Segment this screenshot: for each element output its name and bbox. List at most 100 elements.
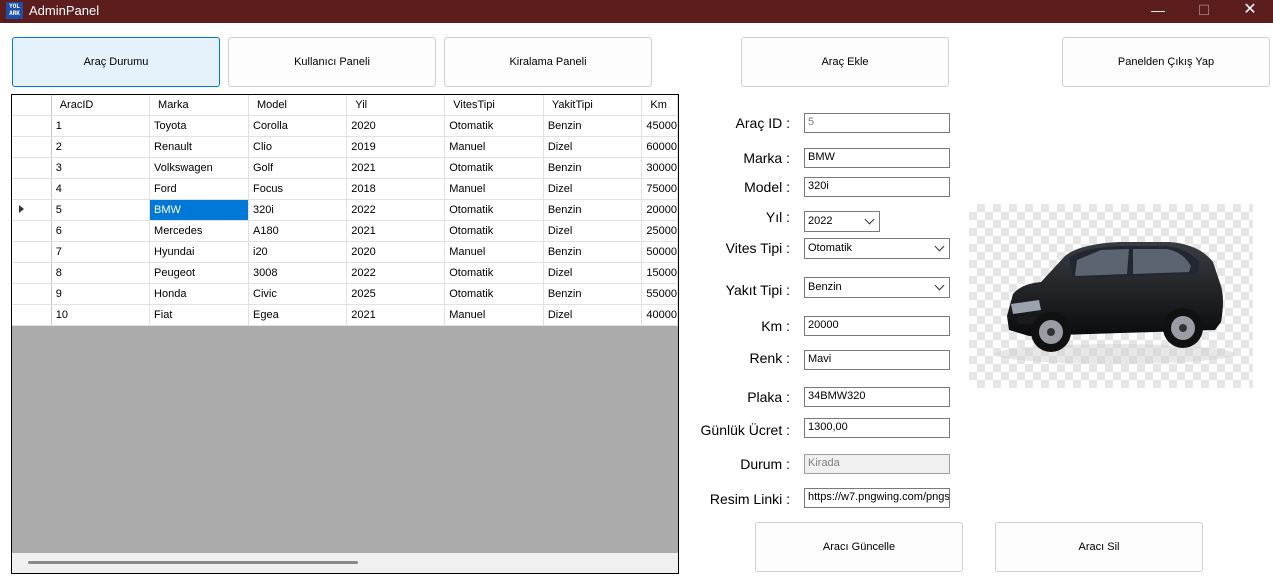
row-header[interactable]	[12, 178, 52, 200]
table-cell[interactable]: Golf	[248, 157, 348, 179]
table-cell[interactable]: 8	[51, 262, 151, 284]
araci-guncelle-button[interactable]: Aracı Güncelle	[755, 522, 963, 572]
table-row[interactable]: 8 Peugeot 3008 2022 Otomatik Dizel 15000	[12, 262, 678, 284]
kullanici-paneli-button[interactable]: Kullanıcı Paneli	[228, 37, 436, 87]
table-cell[interactable]: Focus	[248, 178, 348, 200]
table-cell[interactable]: 2020	[346, 115, 446, 137]
table-cell[interactable]: Benzin	[543, 283, 643, 305]
table-cell[interactable]: 9	[51, 283, 151, 305]
vehicles-grid[interactable]: AracID Marka Model Yil VitesTipi YakitTi…	[11, 94, 679, 574]
table-cell[interactable]: 4	[51, 178, 151, 200]
arac-durumu-button[interactable]: Araç Durumu	[12, 37, 220, 87]
table-cell[interactable]: 320i	[248, 199, 348, 221]
table-cell[interactable]: Otomatik	[444, 283, 544, 305]
table-row[interactable]: 9 Honda Civic 2025 Otomatik Benzin 55000	[12, 283, 678, 305]
row-header[interactable]	[12, 283, 52, 305]
arac-id-field[interactable]: 5	[804, 113, 950, 133]
minimize-button[interactable]: —	[1135, 0, 1181, 23]
table-cell[interactable]: Otomatik	[444, 157, 544, 179]
table-cell[interactable]: 2	[51, 136, 151, 158]
column-header-marka[interactable]: Marka	[149, 95, 249, 116]
table-cell[interactable]: 2021	[346, 304, 446, 326]
table-cell[interactable]: Manuel	[444, 304, 544, 326]
table-cell[interactable]: Hyundai	[149, 241, 249, 263]
table-cell[interactable]: 2022	[346, 262, 446, 284]
table-cell[interactable]: Otomatik	[444, 262, 544, 284]
table-cell[interactable]: BMW	[149, 199, 249, 221]
table-cell[interactable]: Dizel	[543, 304, 643, 326]
table-cell[interactable]: Dizel	[543, 262, 643, 284]
table-row[interactable]: 3 Volkswagen Golf 2021 Otomatik Benzin 30000	[12, 157, 678, 179]
gunluk-ucret-field[interactable]: 1300,00	[804, 418, 950, 438]
table-cell[interactable]: 15000	[641, 262, 678, 284]
marka-field[interactable]: BMW	[804, 148, 950, 168]
table-cell[interactable]: Honda	[149, 283, 249, 305]
table-cell[interactable]: i20	[248, 241, 348, 263]
renk-field[interactable]: Mavi	[804, 350, 950, 370]
column-header-aracid[interactable]: AracID	[51, 95, 151, 116]
table-cell[interactable]: 3008	[248, 262, 348, 284]
table-cell[interactable]: A180	[248, 220, 348, 242]
vites-tipi-dropdown[interactable]: Otomatik	[804, 238, 950, 259]
table-cell[interactable]: Otomatik	[444, 115, 544, 137]
plaka-field[interactable]: 34BMW320	[804, 387, 950, 407]
table-cell[interactable]: 6	[51, 220, 151, 242]
column-header-km[interactable]: Km	[641, 95, 678, 116]
column-header-yil[interactable]: Yil	[346, 95, 446, 116]
table-cell[interactable]: Otomatik	[444, 220, 544, 242]
table-cell[interactable]: Otomatik	[444, 199, 544, 221]
row-header[interactable]	[12, 304, 52, 326]
table-cell[interactable]: Ford	[149, 178, 249, 200]
kiralama-paneli-button[interactable]: Kiralama Paneli	[444, 37, 652, 87]
table-cell[interactable]: 2018	[346, 178, 446, 200]
model-field[interactable]: 320i	[804, 177, 950, 197]
table-row[interactable]: 4 Ford Focus 2018 Manuel Dizel 75000	[12, 178, 678, 200]
table-cell[interactable]: Benzin	[543, 157, 643, 179]
table-cell[interactable]: 2022	[346, 199, 446, 221]
table-cell[interactable]: Benzin	[543, 241, 643, 263]
table-cell[interactable]: Dizel	[543, 178, 643, 200]
table-row[interactable]: 7 Hyundai i20 2020 Manuel Benzin 50000	[12, 241, 678, 263]
table-cell[interactable]: Fiat	[149, 304, 249, 326]
table-cell[interactable]: 10	[51, 304, 151, 326]
table-row[interactable]: 6 Mercedes A180 2021 Otomatik Dizel 25000	[12, 220, 678, 242]
yil-dropdown[interactable]: 2022	[804, 211, 880, 232]
table-cell[interactable]: Clio	[248, 136, 348, 158]
table-row[interactable]: 10 Fiat Egea 2021 Manuel Dizel 40000	[12, 304, 678, 326]
table-cell[interactable]: 2021	[346, 157, 446, 179]
resim-linki-field[interactable]: https://w7.pngwing.com/pngs	[804, 488, 950, 508]
row-header[interactable]	[12, 199, 52, 221]
row-header[interactable]	[12, 262, 52, 284]
yakit-tipi-dropdown[interactable]: Benzin	[804, 277, 950, 298]
table-row[interactable]: 2 Renault Clio 2019 Manuel Dizel 60000	[12, 136, 678, 158]
column-header-yakittipi[interactable]: YakitTipi	[543, 95, 643, 116]
araci-sil-button[interactable]: Aracı Sil	[995, 522, 1203, 572]
table-cell[interactable]: 5	[51, 199, 151, 221]
table-cell[interactable]: Civic	[248, 283, 348, 305]
horizontal-scrollbar[interactable]	[12, 553, 678, 573]
table-cell[interactable]: 2021	[346, 220, 446, 242]
row-header[interactable]	[12, 115, 52, 137]
table-cell[interactable]: Benzin	[543, 115, 643, 137]
table-cell[interactable]: Toyota	[149, 115, 249, 137]
table-cell[interactable]: Dizel	[543, 220, 643, 242]
table-cell[interactable]: 2019	[346, 136, 446, 158]
row-header[interactable]	[12, 157, 52, 179]
row-header[interactable]	[12, 241, 52, 263]
table-cell[interactable]: Dizel	[543, 136, 643, 158]
column-header-vitestipi[interactable]: VitesTipi	[444, 95, 544, 116]
table-cell[interactable]: Benzin	[543, 199, 643, 221]
table-cell[interactable]: 2025	[346, 283, 446, 305]
column-header-model[interactable]: Model	[248, 95, 348, 116]
panelden-cikis-button[interactable]: Panelden Çıkış Yap	[1062, 37, 1270, 87]
table-cell[interactable]: Manuel	[444, 178, 544, 200]
table-cell[interactable]: Manuel	[444, 241, 544, 263]
table-cell[interactable]: Egea	[248, 304, 348, 326]
table-cell[interactable]: Renault	[149, 136, 249, 158]
row-header[interactable]	[12, 136, 52, 158]
table-cell[interactable]: 1	[51, 115, 151, 137]
close-button[interactable]: ✕	[1227, 0, 1273, 23]
table-cell[interactable]: 2020	[346, 241, 446, 263]
maximize-button[interactable]: ☐	[1181, 0, 1227, 23]
scrollbar-thumb[interactable]	[28, 561, 358, 564]
